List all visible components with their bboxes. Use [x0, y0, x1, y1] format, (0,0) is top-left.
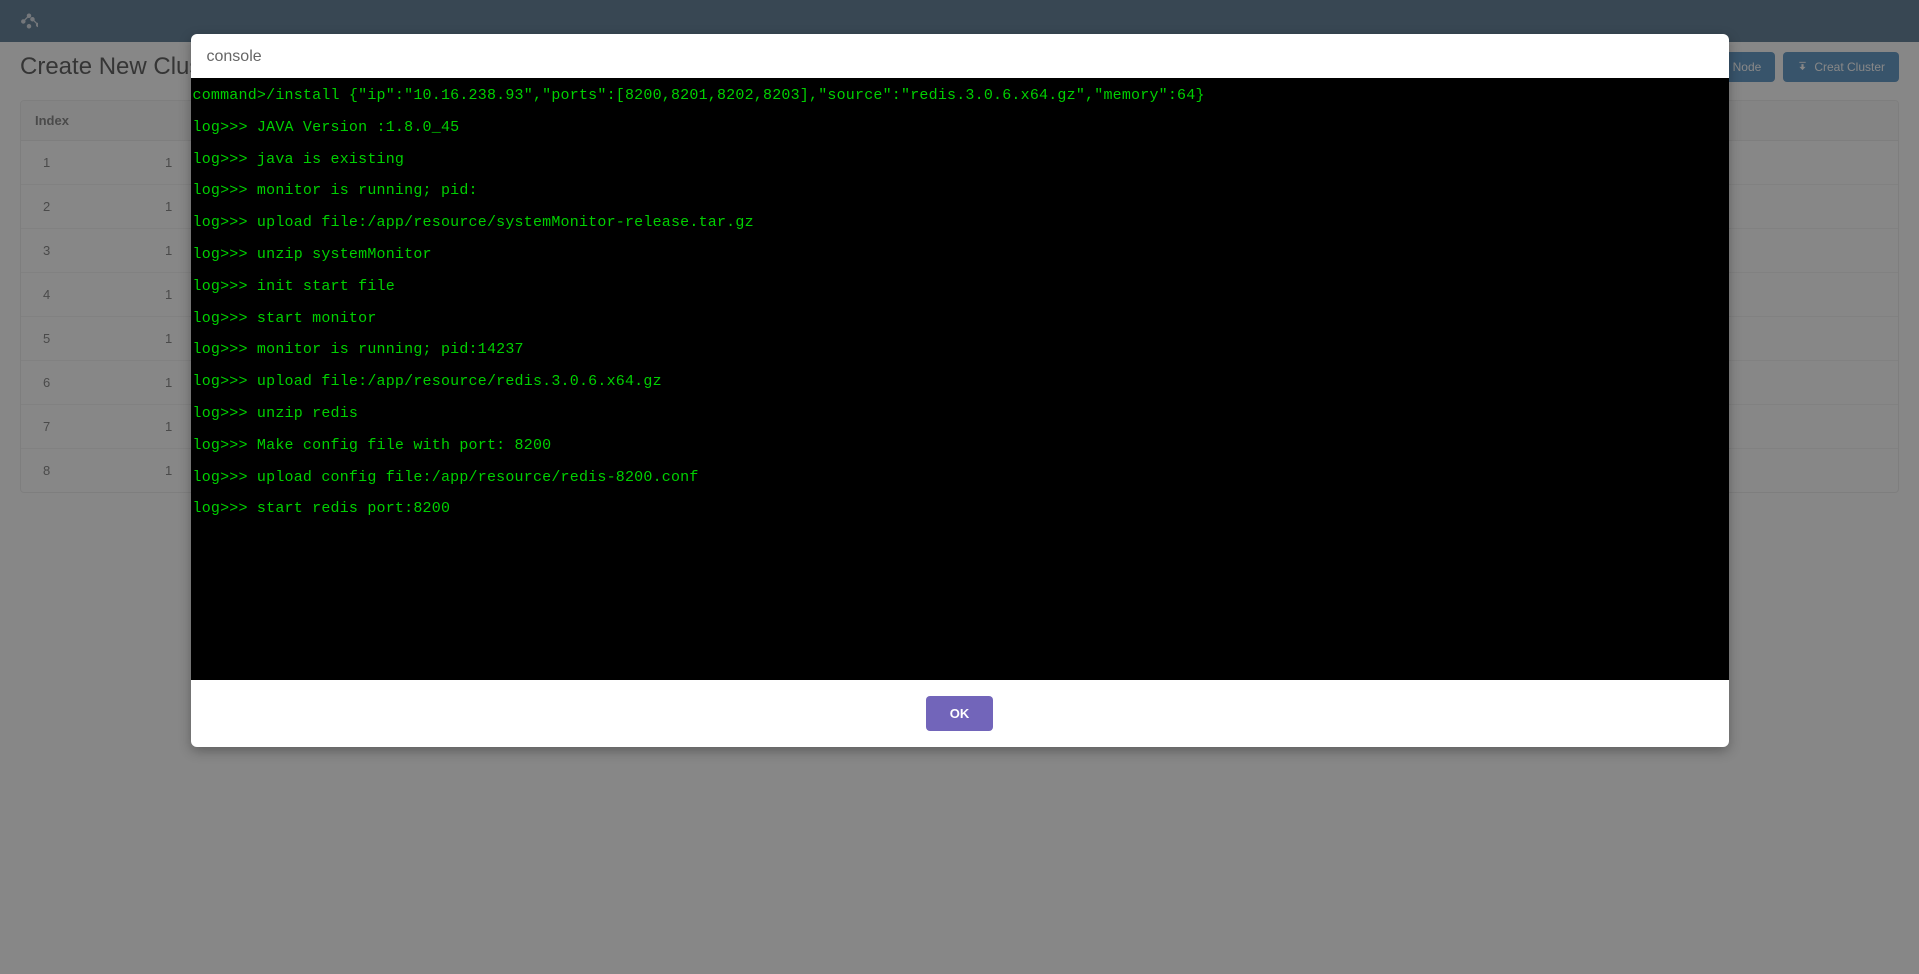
console-line: log>>> Make config file with port: 8200	[193, 430, 1727, 462]
console-line: log>>> monitor is running; pid:14237	[193, 334, 1727, 366]
console-line: log>>> upload file:/app/resource/redis.3…	[193, 366, 1727, 398]
console-modal: console command>/install {"ip":"10.16.23…	[191, 34, 1729, 747]
modal-overlay: console command>/install {"ip":"10.16.23…	[0, 0, 1919, 974]
console-line: log>>> unzip redis	[193, 398, 1727, 430]
modal-footer: OK	[191, 680, 1729, 747]
console-output: command>/install {"ip":"10.16.238.93","p…	[191, 78, 1729, 680]
console-line: log>>> init start file	[193, 271, 1727, 303]
console-line: log>>> monitor is running; pid:	[193, 175, 1727, 207]
console-line: log>>> start monitor	[193, 303, 1727, 335]
modal-title: console	[207, 48, 1713, 66]
console-line: log>>> upload file:/app/resource/systemM…	[193, 207, 1727, 239]
console-line: log>>> unzip systemMonitor	[193, 239, 1727, 271]
console-line: command>/install {"ip":"10.16.238.93","p…	[193, 80, 1727, 112]
modal-header: console	[191, 34, 1729, 78]
ok-button[interactable]: OK	[926, 696, 994, 731]
console-line: log>>> upload config file:/app/resource/…	[193, 462, 1727, 494]
console-line: log>>> JAVA Version :1.8.0_45	[193, 112, 1727, 144]
console-line: log>>> java is existing	[193, 144, 1727, 176]
console-line: log>>> start redis port:8200	[193, 493, 1727, 525]
